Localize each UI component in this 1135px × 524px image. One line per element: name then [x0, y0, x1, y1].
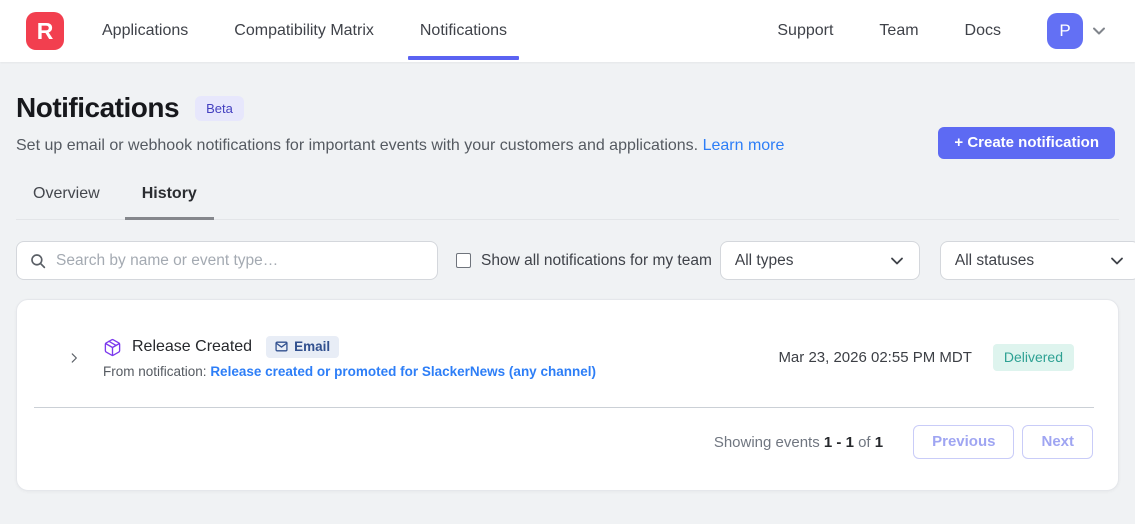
event-title: Release Created [132, 338, 252, 356]
user-menu[interactable]: P [1047, 13, 1109, 49]
team-checkbox-label: Show all notifications for my team [481, 252, 712, 270]
event-row[interactable]: Release Created Email From notification:… [17, 300, 1118, 399]
status-filter-value: All statuses [955, 252, 1034, 270]
channel-badge: Email [266, 336, 339, 358]
page-header: Notifications Beta Set up email or webho… [16, 62, 1119, 155]
top-navigation-bar: R Applications Compatibility Matrix Noti… [0, 0, 1135, 62]
search-icon [29, 252, 47, 270]
type-filter-value: All types [735, 252, 794, 270]
pagination-summary: Showing events 1 - 1 of 1 [714, 434, 883, 451]
event-main: Release Created Email From notification:… [103, 336, 596, 379]
page-description-text: Set up email or webhook notifications fo… [16, 137, 698, 154]
package-icon [103, 338, 122, 357]
pagination-of: of [858, 434, 871, 451]
learn-more-link[interactable]: Learn more [703, 137, 785, 154]
pagination-total: 1 [875, 434, 883, 451]
nav-item-applications[interactable]: Applications [102, 2, 188, 60]
team-filter-checkbox-group[interactable]: Show all notifications for my team [456, 252, 712, 270]
email-icon [275, 341, 288, 352]
nav-links: Applications Compatibility Matrix Notifi… [102, 2, 507, 60]
pagination-prefix: Showing events [714, 434, 820, 451]
pagination: Showing events 1 - 1 of 1 Previous Next [17, 408, 1118, 459]
create-notification-button[interactable]: + Create notification [938, 127, 1115, 159]
status-filter-select[interactable]: All statuses [940, 241, 1135, 280]
pagination-range: 1 - 1 [824, 434, 854, 451]
expand-chevron-right-icon[interactable] [67, 351, 81, 365]
search-input[interactable] [56, 252, 425, 270]
from-label: From notification: [103, 364, 207, 379]
nav-item-team[interactable]: Team [879, 2, 918, 60]
source-notification-link[interactable]: Release created or promoted for SlackerN… [210, 364, 596, 379]
nav-item-support[interactable]: Support [777, 2, 833, 60]
avatar[interactable]: P [1047, 13, 1083, 49]
status-badge: Delivered [993, 344, 1074, 371]
next-page-button[interactable]: Next [1022, 425, 1093, 459]
nav-item-docs[interactable]: Docs [965, 2, 1001, 60]
event-meta: Mar 23, 2026 02:55 PM MDT Delivered [778, 344, 1074, 371]
channel-badge-label: Email [294, 339, 330, 354]
nav-item-compatibility-matrix[interactable]: Compatibility Matrix [234, 2, 374, 60]
tab-bar: Overview History [16, 176, 1119, 220]
beta-badge: Beta [195, 96, 244, 121]
tab-overview[interactable]: Overview [16, 176, 117, 219]
from-notification-line: From notification: Release created or pr… [103, 364, 596, 379]
chevron-down-icon [1089, 21, 1109, 41]
tab-history[interactable]: History [125, 176, 214, 219]
app-logo[interactable]: R [26, 12, 64, 50]
type-filter-select[interactable]: All types [720, 241, 920, 280]
team-checkbox[interactable] [456, 253, 471, 268]
events-card: Release Created Email From notification:… [16, 299, 1119, 491]
nav-item-notifications[interactable]: Notifications [420, 2, 507, 60]
page-title: Notifications [16, 92, 179, 124]
search-box[interactable] [16, 241, 438, 280]
event-timestamp: Mar 23, 2026 02:55 PM MDT [778, 349, 971, 366]
filter-bar: Show all notifications for my team All t… [16, 241, 1119, 280]
chevron-down-icon [1107, 251, 1127, 271]
chevron-down-icon [887, 251, 907, 271]
previous-page-button[interactable]: Previous [913, 425, 1014, 459]
nav-right-links: Support Team Docs P [777, 2, 1109, 60]
